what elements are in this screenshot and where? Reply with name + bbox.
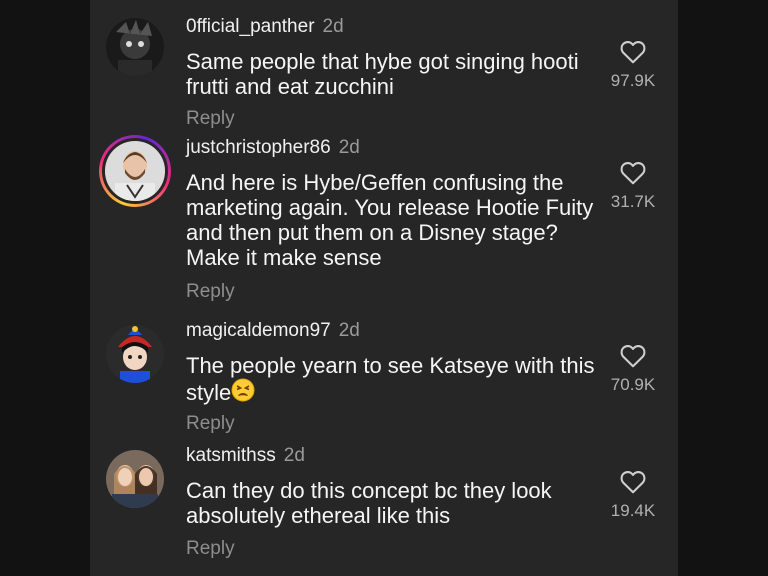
comment-text: Same people that hybe got singing hooti … xyxy=(186,49,579,99)
comments-panel: 0fficial_panther 2d Same people that hybe… xyxy=(90,0,678,576)
heart-outline-icon xyxy=(620,471,646,494)
avatar[interactable] xyxy=(106,450,164,508)
comment-time: 2d xyxy=(283,445,305,466)
weary-face-emoji xyxy=(231,378,255,402)
comment-username[interactable]: magicaldemon97 xyxy=(186,320,331,341)
like-count: 97.9K xyxy=(610,71,656,90)
heart-outline-icon xyxy=(620,41,646,64)
comment-text: The people yearn to see Katseye with thi… xyxy=(186,353,606,405)
avatar[interactable] xyxy=(106,18,164,76)
heart-outline-icon xyxy=(620,345,646,368)
reply-button[interactable]: Reply xyxy=(186,413,235,435)
comment-username[interactable]: katsmithss xyxy=(186,445,276,466)
comment-time: 2d xyxy=(322,16,344,37)
comment-meta: justchristopher86 2d xyxy=(186,137,360,159)
comment-text: And here is Hybe/Geffen confusing the ma… xyxy=(186,170,594,270)
like-button[interactable]: 31.7K xyxy=(592,161,674,212)
reply-button[interactable]: Reply xyxy=(186,538,235,560)
avatar[interactable] xyxy=(99,135,171,207)
comment-meta: katsmithss 2d xyxy=(186,445,305,467)
comment-time: 2d xyxy=(338,320,360,341)
heart-outline-icon xyxy=(620,162,646,185)
reply-button[interactable]: Reply xyxy=(186,281,235,303)
comment-username[interactable]: justchristopher86 xyxy=(186,137,331,158)
like-count: 19.4K xyxy=(610,501,656,520)
like-button[interactable]: 19.4K xyxy=(592,470,674,521)
comment-text: Can they do this concept bc they look ab… xyxy=(186,478,552,528)
comment-meta: 0fficial_panther 2d xyxy=(186,16,344,38)
like-count: 31.7K xyxy=(610,192,656,211)
comment-meta: magicaldemon97 2d xyxy=(186,320,360,342)
like-count: 70.9K xyxy=(610,375,656,394)
like-button[interactable]: 97.9K xyxy=(592,40,674,91)
reply-button[interactable]: Reply xyxy=(186,108,235,130)
comment-time: 2d xyxy=(338,137,360,158)
like-button[interactable]: 70.9K xyxy=(592,344,674,395)
comment-username[interactable]: 0fficial_panther xyxy=(186,16,315,37)
avatar[interactable] xyxy=(106,325,164,383)
